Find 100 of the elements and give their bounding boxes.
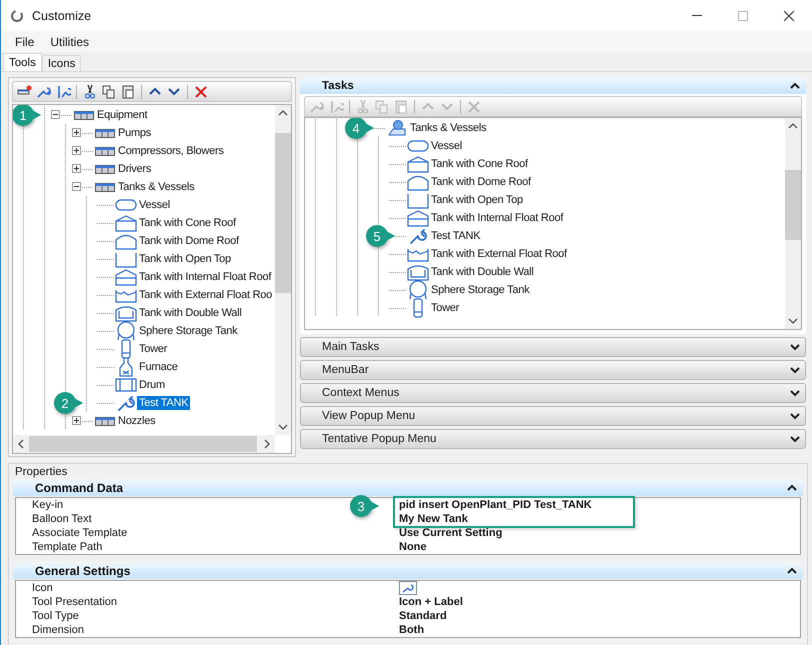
tree-item[interactable]: Tank with Cone Roof — [429, 157, 530, 171]
tree-item[interactable]: Drivers — [116, 162, 154, 176]
scrollbar-thumb[interactable] — [785, 170, 801, 240]
tree-item[interactable]: Tank with Internal Float Roof — [137, 270, 274, 284]
tab[interactable]: Tools — [3, 53, 42, 71]
scroll-down-icon[interactable] — [788, 318, 798, 324]
tree-item[interactable]: Tank with Open Top — [137, 252, 233, 266]
section-header[interactable]: View Popup Menu — [300, 406, 806, 426]
wrench-icon — [55, 84, 71, 100]
tree-item[interactable]: Tank with External Float Roof — [429, 247, 569, 261]
tree-item[interactable]: Tower — [429, 301, 462, 315]
tree-item[interactable]: Equipment — [95, 108, 150, 122]
section-header[interactable]: MenuBar — [300, 360, 806, 380]
section-header[interactable]: Tentative Popup Menu — [300, 429, 806, 449]
property-value: pid insert OpenPlant_PID Test_TANK — [398, 498, 592, 512]
tree-item[interactable]: Tanks & Vessels — [408, 121, 488, 135]
collapse-icon — [790, 82, 800, 89]
property-label: Tool Presentation — [31, 596, 117, 608]
tree-item[interactable]: Tank with Dome Roof — [137, 234, 241, 248]
task-group-icon — [386, 119, 406, 137]
scroll-left-icon[interactable] — [18, 439, 24, 449]
group-header[interactable]: Command Data — [13, 479, 803, 496]
expand-icon — [790, 390, 800, 396]
scroll-right-icon[interactable] — [264, 439, 270, 449]
expand-toggle[interactable] — [72, 416, 81, 425]
menu-item[interactable]: File — [7, 34, 42, 48]
delete-icon — [193, 84, 209, 100]
tab[interactable]: Icons — [42, 55, 82, 71]
tree-item[interactable]: Vessel — [429, 139, 464, 153]
drum-icon — [114, 378, 136, 392]
tree-item[interactable]: Tank with Dome Roof — [429, 175, 533, 189]
tank-icon — [406, 264, 428, 280]
toolbox-icon — [74, 110, 94, 120]
app-icon — [10, 8, 24, 22]
group-header[interactable]: General Settings — [13, 562, 803, 579]
tank-icon — [114, 250, 136, 268]
tree-item[interactable]: Sphere Storage Tank — [429, 283, 532, 297]
tree-item[interactable]: Compressors, Blowers — [116, 144, 226, 158]
collapse-toggle[interactable] — [72, 182, 81, 191]
expand-icon — [790, 366, 800, 374]
vertical-scrollbar[interactable] — [785, 118, 801, 329]
tank-icon — [406, 192, 428, 208]
scrollbar-thumb[interactable] — [275, 133, 291, 293]
collapse-toggle[interactable] — [51, 110, 60, 119]
scrollbar-thumb[interactable] — [29, 436, 257, 452]
section-header[interactable]: Context Menus — [300, 383, 806, 403]
tree-item[interactable]: Tank with Internal Float Roof — [429, 211, 566, 225]
chevron-up-icon — [422, 102, 434, 111]
tree-item[interactable]: Tank with Double Wall — [429, 265, 536, 279]
section-header[interactable]: Main Tasks — [300, 337, 806, 357]
close-icon — [784, 10, 794, 20]
expand-toggle[interactable] — [72, 128, 81, 137]
tree-item[interactable]: Tank with Open Top — [429, 193, 525, 207]
copy-icon — [374, 98, 390, 114]
paste-icon — [120, 84, 136, 100]
tree-item[interactable]: Pumps — [116, 126, 153, 140]
tank-icon — [114, 268, 136, 286]
toolbox-icon — [94, 128, 114, 138]
icon-preview[interactable] — [399, 581, 417, 595]
scroll-up-icon[interactable] — [278, 110, 288, 116]
tree-item[interactable]: Test TANK — [429, 229, 482, 243]
tank-icon — [406, 246, 428, 262]
scroll-down-icon[interactable] — [278, 424, 288, 430]
section-header[interactable]: Tasks — [300, 77, 806, 94]
furnace-icon — [118, 357, 134, 377]
chevron-down-icon — [168, 87, 180, 96]
paste-icon — [393, 98, 409, 114]
tree-item[interactable]: Vessel — [137, 198, 172, 212]
tree-item[interactable]: Tanks & Vessels — [116, 180, 196, 194]
tree-item[interactable]: Furnace — [137, 360, 180, 374]
expand-icon — [790, 412, 800, 420]
menu-item[interactable]: Utilities — [42, 34, 98, 48]
tree-item[interactable]: Tank with Cone Roof — [137, 216, 238, 230]
tree-item[interactable]: Drum — [137, 378, 167, 392]
property-label: Tool Type — [31, 610, 79, 622]
vertical-scrollbar[interactable] — [275, 105, 291, 435]
tank-icon — [114, 232, 136, 250]
tree-item[interactable]: Sphere Storage Tank — [137, 324, 240, 338]
property-value: Icon + Label — [398, 595, 463, 609]
horizontal-scrollbar[interactable] — [13, 435, 275, 453]
property-label: Icon — [31, 582, 53, 594]
property-label: Balloon Text — [31, 513, 92, 525]
tower-icon — [412, 298, 424, 318]
tank-icon — [114, 304, 136, 322]
sphere-icon — [406, 280, 428, 300]
tree-item[interactable]: Tank with Double Wall — [137, 306, 244, 320]
property-value: Standard — [398, 609, 447, 623]
expand-toggle[interactable] — [72, 164, 81, 173]
wrench-icon — [402, 583, 414, 593]
tree-item[interactable]: Nozzles — [116, 414, 158, 428]
tree-item[interactable]: Tank with External Float Roo — [137, 288, 274, 302]
expand-toggle[interactable] — [72, 146, 81, 155]
property-label: Associate Template — [31, 527, 128, 539]
wrench-icon — [408, 227, 426, 245]
tank-icon — [114, 288, 136, 302]
scroll-up-icon[interactable] — [788, 123, 798, 129]
property-value: My New Tank — [398, 512, 468, 526]
tree-item[interactable]: Test TANK — [137, 396, 190, 410]
tree-item[interactable]: Tower — [137, 342, 170, 356]
vessel-icon — [114, 199, 136, 211]
